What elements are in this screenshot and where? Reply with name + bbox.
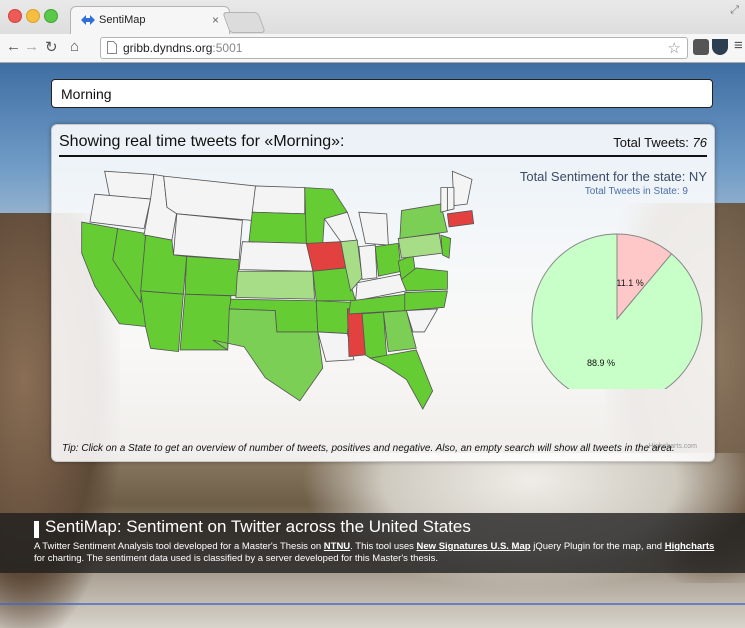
sentiment-chart: Total Sentiment for the state: NY Total … (492, 169, 707, 389)
page-icon (107, 41, 117, 54)
state-oh[interactable] (374, 242, 402, 277)
panel-header: Showing real time tweets for «Morning»: … (59, 133, 707, 157)
search-input[interactable] (51, 79, 713, 108)
state-vt[interactable] (440, 187, 448, 213)
us-map-plugin-link[interactable]: New Signatures U.S. Map (417, 541, 531, 552)
url-text: gribb.dyndns.org:5001 (123, 41, 243, 55)
results-panel: Showing real time tweets for «Morning»: … (51, 124, 715, 462)
close-window-icon[interactable] (8, 9, 22, 23)
forward-icon[interactable]: → (24, 38, 39, 55)
state-ks[interactable] (235, 270, 315, 300)
decorative-line (0, 603, 745, 605)
sentimap-favicon-icon (81, 15, 95, 25)
tab-title: SentiMap (99, 14, 146, 26)
footer-title: SentiMap: Sentiment on Twitter across th… (45, 517, 471, 536)
back-icon[interactable]: ← (6, 38, 21, 55)
state-ar[interactable] (315, 300, 352, 334)
state-nj[interactable] (440, 234, 452, 259)
bookmark-star-icon[interactable]: ☆ (668, 39, 681, 57)
browser-toolbar: ← → ↻ ⌂ gribb.dyndns.org:5001 ☆ ≡ (0, 34, 745, 62)
state-ma[interactable] (446, 210, 475, 228)
state-nc[interactable] (404, 290, 448, 312)
state-ia[interactable] (305, 241, 347, 272)
pie-label-0: 11.1 % (616, 278, 643, 288)
total-tweets: Total Tweets: 76 (613, 135, 707, 150)
state-nd[interactable] (251, 185, 306, 215)
state-co[interactable] (184, 256, 240, 297)
state-mi[interactable] (358, 211, 389, 246)
tab-close-icon[interactable]: × (212, 13, 219, 27)
tip-text: Tip: Click on a State to get an overview… (62, 443, 675, 454)
state-az[interactable] (140, 290, 184, 353)
state-or[interactable] (89, 193, 152, 230)
ntnu-link[interactable]: NTNU (324, 541, 350, 552)
state-sd[interactable] (248, 211, 307, 244)
page-content: Showing real time tweets for «Morning»: … (0, 63, 745, 628)
tab-sentimap[interactable]: SentiMap × (70, 6, 230, 35)
reload-icon[interactable]: ↻ (45, 38, 58, 56)
pie-slice-1[interactable] (531, 233, 703, 389)
minimize-window-icon[interactable] (26, 9, 40, 23)
state-in[interactable] (358, 244, 378, 280)
state-me[interactable] (451, 170, 473, 207)
address-bar[interactable]: gribb.dyndns.org:5001 ☆ (100, 37, 688, 59)
browser-chrome: SentiMap × ⤢ ← → ↻ ⌂ gribb.dyndns.org:50… (0, 0, 745, 63)
pie-label-1: 88.9 % (587, 358, 615, 368)
state-ny[interactable] (399, 203, 448, 239)
highcharts-link[interactable]: Highcharts (665, 541, 715, 552)
us-map[interactable] (62, 163, 482, 413)
title-bar-mark (34, 521, 39, 538)
menu-icon[interactable]: ≡ (734, 37, 743, 54)
extension-icon[interactable] (693, 39, 709, 55)
state-nm[interactable] (179, 293, 232, 351)
state-ne[interactable] (238, 241, 314, 272)
pocket-icon[interactable] (712, 39, 728, 55)
new-tab-button[interactable] (222, 12, 266, 33)
footer-banner: SentiMap: Sentiment on Twitter across th… (0, 513, 745, 573)
pie-svg: 11.1 % 88.9 % (531, 233, 703, 389)
footer-description: A Twitter Sentiment Analysis tool develo… (34, 541, 715, 564)
state-al[interactable] (361, 311, 388, 359)
state-fl[interactable] (369, 349, 434, 410)
state-nh[interactable] (446, 187, 455, 212)
tab-strip: SentiMap × ⤢ (0, 0, 745, 35)
panel-heading: Showing real time tweets for «Morning»: (59, 133, 345, 150)
state-wy[interactable] (173, 213, 243, 261)
state-wa[interactable] (104, 170, 155, 200)
zoom-window-icon[interactable] (44, 9, 58, 23)
home-icon[interactable]: ⌂ (70, 38, 79, 55)
fullscreen-icon[interactable]: ⤢ (730, 4, 739, 17)
